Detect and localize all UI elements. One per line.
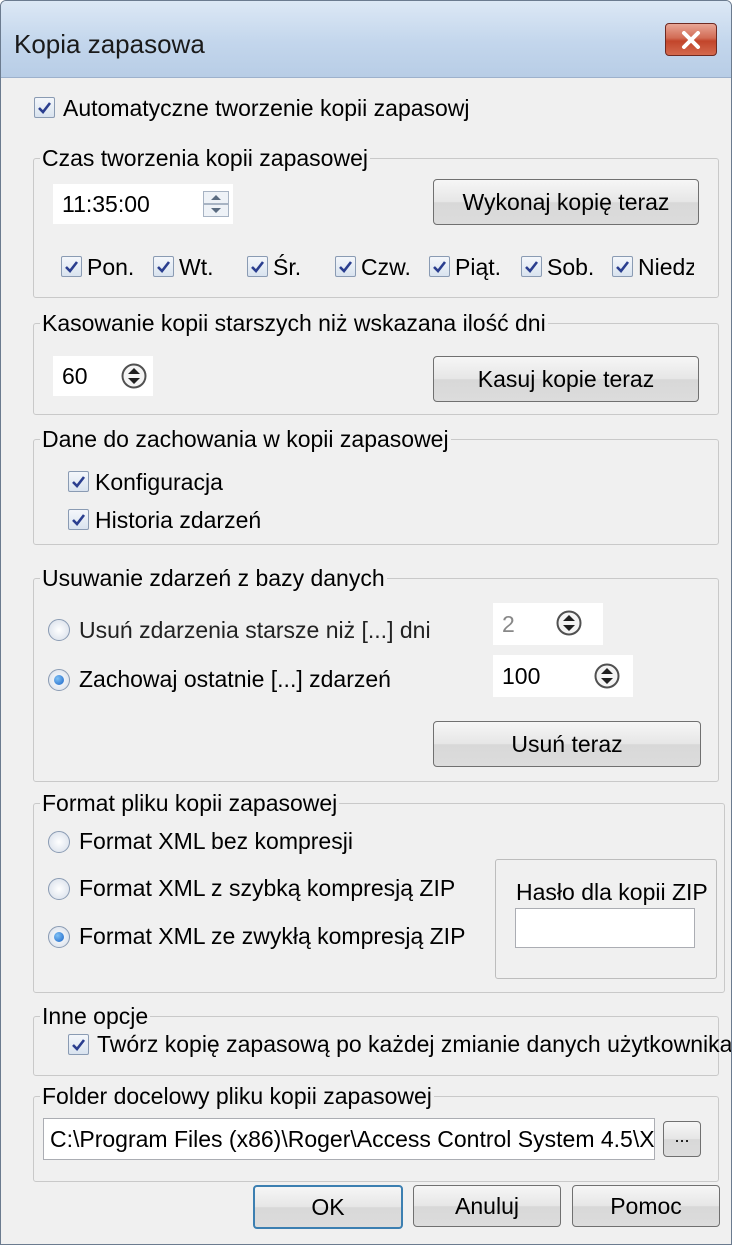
format-xml-fast-zip-label: Format XML z szybką kompresją ZIP xyxy=(79,875,456,901)
weekday-label: Wt. xyxy=(179,254,214,280)
data-to-save-legend: Dane do zachowania w kopii zapasowej xyxy=(40,426,451,452)
weekday-checkbox[interactable] xyxy=(521,256,542,277)
check-icon xyxy=(72,476,86,488)
check-icon xyxy=(72,1039,86,1051)
cleanup-legend: Kasowanie kopii starszych niż wskazana i… xyxy=(40,310,548,336)
spinner-arrows-icon xyxy=(594,663,620,689)
format-xml-uncompressed-label: Format XML bez kompresji xyxy=(79,828,353,854)
configuration-checkbox[interactable] xyxy=(68,471,89,492)
close-icon xyxy=(682,30,700,49)
weekday-label: Pon. xyxy=(87,254,135,280)
zip-password-input[interactable] xyxy=(515,908,695,948)
cancel-button[interactable]: Anuluj xyxy=(413,1185,561,1227)
destination-legend: Folder docelowy pliku kopii zapasowej xyxy=(40,1083,434,1109)
file-format-legend: Format pliku kopii zapasowej xyxy=(40,790,340,816)
weekday-checkbox[interactable] xyxy=(61,256,82,277)
weekday-label: Czw. xyxy=(361,254,411,280)
auto-backup-label: Automatyczne tworzenie kopii zapasowj xyxy=(63,95,470,121)
keep-last-count-spinner[interactable] xyxy=(594,663,620,689)
backup-on-change-checkbox[interactable] xyxy=(68,1034,89,1055)
check-icon xyxy=(339,261,353,273)
close-button[interactable] xyxy=(665,23,717,56)
keep-last-count-value: 100 xyxy=(502,663,541,689)
cleanup-days-spinner[interactable] xyxy=(121,363,147,389)
weekday-checkbox[interactable] xyxy=(335,256,356,277)
weekday-label: Piąt. xyxy=(455,254,502,280)
older-than-days-input[interactable]: 2 xyxy=(493,603,603,645)
remove-older-than-label: Usuń zdarzenia starsze niż [...] dni xyxy=(79,617,431,643)
time-value: 11:35:00 xyxy=(62,191,150,217)
format-xml-normal-zip-label: Format XML ze zwykłą kompresją ZIP xyxy=(79,923,466,949)
check-icon xyxy=(65,261,79,273)
format-xml-normal-zip-radio[interactable] xyxy=(48,926,70,948)
check-icon xyxy=(157,261,171,273)
remove-events-now-button[interactable]: Usuń teraz xyxy=(433,721,701,767)
backup-dialog: Kopia zapasowa Automatyczne tworzenie ko… xyxy=(0,0,732,1245)
event-history-label: Historia zdarzeń xyxy=(95,507,262,533)
destination-path-input[interactable]: C:\Program Files (x86)\Roger\Access Cont… xyxy=(43,1118,655,1160)
configuration-label: Konfiguracja xyxy=(95,469,223,495)
spinner-arrows-icon xyxy=(203,191,229,217)
time-spinner[interactable] xyxy=(203,191,229,217)
browse-folder-button[interactable]: ... xyxy=(663,1121,701,1157)
spinner-arrows-icon xyxy=(556,610,582,636)
window-title: Kopia zapasowa xyxy=(14,29,205,59)
weekday-checkbox[interactable] xyxy=(429,256,450,277)
zip-password-label: Hasło dla kopii ZIP xyxy=(516,879,708,905)
format-xml-uncompressed-radio[interactable] xyxy=(48,831,70,853)
check-icon xyxy=(38,102,52,114)
destination-path-value: C:\Program Files (x86)\Roger\Access Cont… xyxy=(50,1126,655,1152)
other-options-legend: Inne opcje xyxy=(40,1003,151,1029)
check-icon xyxy=(616,261,630,273)
event-history-checkbox[interactable] xyxy=(68,509,89,530)
keep-last-label: Zachowaj ostatnie [...] zdarzeń xyxy=(79,666,391,692)
cleanup-days-value: 60 xyxy=(62,363,88,389)
spinner-arrows-icon xyxy=(121,363,147,389)
older-than-days-spinner[interactable] xyxy=(556,610,582,636)
weekday-label: Niedz xyxy=(638,254,694,280)
backup-on-change-label: Twórz kopię zapasową po każdej zmianie d… xyxy=(97,1031,732,1057)
run-backup-now-button[interactable]: Wykonaj kopię teraz xyxy=(433,179,699,225)
help-button[interactable]: Pomoc xyxy=(572,1185,720,1227)
delete-backups-now-button[interactable]: Kasuj kopie teraz xyxy=(433,356,699,402)
weekday-label: Sob. xyxy=(547,254,595,280)
keep-last-radio[interactable] xyxy=(48,669,70,691)
remove-older-than-radio[interactable] xyxy=(48,619,70,641)
auto-backup-checkbox[interactable] xyxy=(34,97,55,118)
ok-button[interactable]: OK xyxy=(253,1185,403,1229)
weekday-checkbox[interactable] xyxy=(612,256,633,277)
check-icon xyxy=(251,261,265,273)
title-bar: Kopia zapasowa xyxy=(1,1,731,78)
older-than-days-value: 2 xyxy=(502,611,515,637)
weekday-label: Śr. xyxy=(273,254,302,280)
event-removal-legend: Usuwanie zdarzeń z bazy danych xyxy=(40,565,387,591)
weekday-checkbox[interactable] xyxy=(247,256,268,277)
check-icon xyxy=(525,261,539,273)
check-icon xyxy=(433,261,447,273)
format-xml-fast-zip-radio[interactable] xyxy=(48,878,70,900)
weekday-checkbox[interactable] xyxy=(153,256,174,277)
check-icon xyxy=(72,514,86,526)
schedule-legend: Czas tworzenia kopii zapasowej xyxy=(40,145,370,171)
